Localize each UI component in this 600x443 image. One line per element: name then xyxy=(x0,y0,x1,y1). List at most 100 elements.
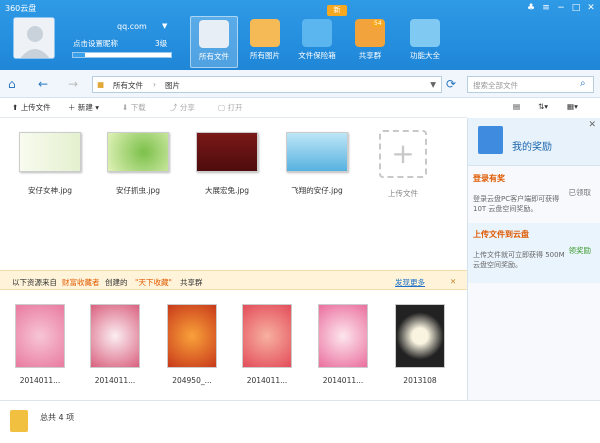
rewards-sidebar: 我的奖励 ✕ 登录有奖 已领取 登录云盘PC客户端即可获得 10T 云盘空间奖励… xyxy=(467,118,600,400)
download-icon: ⬇ xyxy=(122,103,129,112)
shared-item[interactable]: 204950_... xyxy=(157,304,227,385)
username: qq.com xyxy=(117,22,147,31)
breadcrumb-current[interactable]: 图片 xyxy=(165,80,180,91)
view-grid-icon[interactable]: ▦▾ xyxy=(567,102,578,111)
shared-resources-bar: 以下资源来自 财富收藏者 创建的 "天下收藏" 共享群 发现更多 ✕ xyxy=(0,270,467,290)
nav-all-images[interactable]: 所有图片 xyxy=(241,16,289,68)
reward-title: 登录有奖 xyxy=(473,174,505,183)
close-icon[interactable]: ✕ xyxy=(588,120,596,130)
nav-label: 所有图片 xyxy=(250,51,280,60)
tools-icon xyxy=(410,19,440,47)
set-nickname-link[interactable]: 点击设置昵称 xyxy=(73,38,118,49)
shared-thumbnail xyxy=(242,304,292,368)
shared-thumbnail xyxy=(167,304,217,368)
search-input[interactable]: 搜索全部文件 xyxy=(467,76,594,93)
open-icon: ▢ xyxy=(218,103,226,112)
toolbar: ⬆ 上传文件 ＋ 新建 ▾ ⬇ 下载 ⤴ 分享 ▢ 打开 ▤ ⇅▾ ▦▾ xyxy=(0,98,578,118)
reward-desc: 登录云盘PC客户端即可获得 10T 云盘空间奖励。 xyxy=(473,195,560,213)
plus-icon: + xyxy=(379,130,427,178)
shared-item[interactable]: 2014011... xyxy=(80,304,150,385)
share-label: 分享 xyxy=(179,103,195,112)
breadcrumb-root[interactable]: 所有文件 xyxy=(113,80,143,91)
shared-bar-suffix: 共享群 xyxy=(180,278,203,287)
shared-group-link[interactable]: "天下收藏" xyxy=(135,277,172,288)
menu-icon[interactable]: ≡ xyxy=(540,3,552,14)
file-item[interactable]: 安仔女神.jpg xyxy=(15,132,85,196)
share-button[interactable]: ⤴ 分享 xyxy=(170,102,195,113)
file-name: 大展宏兔.jpg xyxy=(205,186,249,195)
user-level: 3级 xyxy=(155,39,168,48)
shared-item-name: 204950_... xyxy=(172,376,212,385)
open-button[interactable]: ▢ 打开 xyxy=(218,102,242,113)
file-item[interactable]: 大展宏兔.jpg xyxy=(192,132,262,196)
file-name: 安仔抓虫.jpg xyxy=(116,186,160,195)
file-item[interactable]: 安仔抓虫.jpg xyxy=(103,132,173,196)
file-grid: 安仔女神.jpg 安仔抓虫.jpg 大展宏兔.jpg 飞翔的安仔.jpg + 上… xyxy=(0,118,467,268)
folder-icon xyxy=(10,410,28,432)
avatar[interactable] xyxy=(13,17,55,59)
back-arrow-icon[interactable]: ← xyxy=(38,77,48,91)
refresh-icon[interactable]: ⟳ xyxy=(446,77,456,91)
upload-button[interactable]: ⬆ 上传文件 xyxy=(12,102,51,113)
forward-arrow-icon[interactable]: → xyxy=(68,77,78,91)
shared-item[interactable]: 2013108 xyxy=(385,304,455,385)
nav-share-group[interactable]: 共享群 xyxy=(346,16,394,68)
address-bar: ⌂ ← → ■ 所有文件 图片 › ▼ ⟳ 搜索全部文件 ⌕ xyxy=(0,70,600,98)
reward-status: 已领取 xyxy=(568,188,592,197)
item-count: 总共 4 项 xyxy=(40,413,75,422)
file-item[interactable]: 飞翔的安仔.jpg xyxy=(282,132,352,196)
nav-label: 共享群 xyxy=(358,51,382,60)
download-label: 下载 xyxy=(130,103,146,112)
app-title: 360云盘 xyxy=(5,4,37,13)
shared-item[interactable]: 2014011... xyxy=(308,304,378,385)
home-icon[interactable]: ⌂ xyxy=(8,77,16,91)
close-icon[interactable]: ✕ xyxy=(450,277,456,286)
restore-icon[interactable]: □ xyxy=(570,3,582,14)
path-box[interactable]: ■ 所有文件 图片 › ▼ xyxy=(92,76,442,93)
cloud-files-icon xyxy=(199,20,229,48)
file-name: 安仔女神.jpg xyxy=(28,186,72,195)
reward-card: 上传文件到云盘 领奖励 上传文件就可立即获得 500M 云盘空间奖励。 xyxy=(468,223,600,283)
claim-reward-button[interactable]: 领奖励 xyxy=(569,245,592,256)
file-thumbnail xyxy=(19,132,81,172)
shared-source-link[interactable]: 财富收藏者 xyxy=(62,277,100,288)
status-bar: 总共 4 项 xyxy=(0,400,600,443)
panel-toggle-icon[interactable]: ▤ xyxy=(513,102,520,111)
title-bar: 360云盘 ♣ ≡ − □ ✕ qq.com ▼ 点击设置昵称 3级 所有文件 … xyxy=(0,0,600,70)
shared-bar-created: 创建的 xyxy=(105,278,128,287)
folder-icon: ■ xyxy=(97,80,105,89)
upload-tile-label: 上传文件 xyxy=(388,189,418,198)
discover-more-link[interactable]: 发现更多 xyxy=(395,277,425,288)
breadcrumb-separator-icon: › xyxy=(153,80,156,89)
shared-item-name: 2013108 xyxy=(403,376,437,385)
dropdown-arrow-icon[interactable]: ▼ xyxy=(430,80,436,89)
nav-all-files[interactable]: 所有文件 xyxy=(190,16,238,68)
new-button[interactable]: ＋ 新建 ▾ xyxy=(68,102,99,113)
share-group-badge: 54 xyxy=(372,20,384,27)
sort-icon[interactable]: ⇅▾ xyxy=(538,102,548,111)
shared-thumbnail xyxy=(395,304,445,368)
shared-item[interactable]: 2014011... xyxy=(5,304,75,385)
minimize-icon[interactable]: − xyxy=(555,3,567,14)
download-button[interactable]: ⬇ 下载 xyxy=(122,102,146,113)
shirt-icon[interactable]: ♣ xyxy=(525,3,537,14)
close-icon[interactable]: ✕ xyxy=(585,3,597,14)
file-thumbnail xyxy=(286,132,348,172)
shared-item[interactable]: 2014011... xyxy=(232,304,302,385)
reward-desc: 上传文件就可立即获得 500M 云盘空间奖励。 xyxy=(473,251,565,269)
images-icon xyxy=(250,19,280,47)
reward-card: 登录有奖 已领取 登录云盘PC客户端即可获得 10T 云盘空间奖励。 xyxy=(468,173,600,223)
share-icon: ⤴ xyxy=(170,103,178,112)
shared-grid: 2014011... 2014011... 204950_... 2014011… xyxy=(0,290,467,400)
search-icon[interactable]: ⌕ xyxy=(580,77,586,91)
nav-file-safe[interactable]: 文件保险箱 xyxy=(293,16,341,68)
chevron-down-icon[interactable]: ▼ xyxy=(162,22,167,30)
shared-item-name: 2014011... xyxy=(19,376,61,385)
window-controls: ♣ ≡ − □ ✕ xyxy=(525,3,597,14)
rewards-header: 我的奖励 ✕ xyxy=(468,118,600,166)
storage-progress xyxy=(72,52,172,58)
nav-all-features[interactable]: 功能大全 xyxy=(401,16,449,68)
upload-tile[interactable]: + 上传文件 xyxy=(368,130,438,199)
gift-icon xyxy=(478,126,503,154)
shared-thumbnail xyxy=(90,304,140,368)
